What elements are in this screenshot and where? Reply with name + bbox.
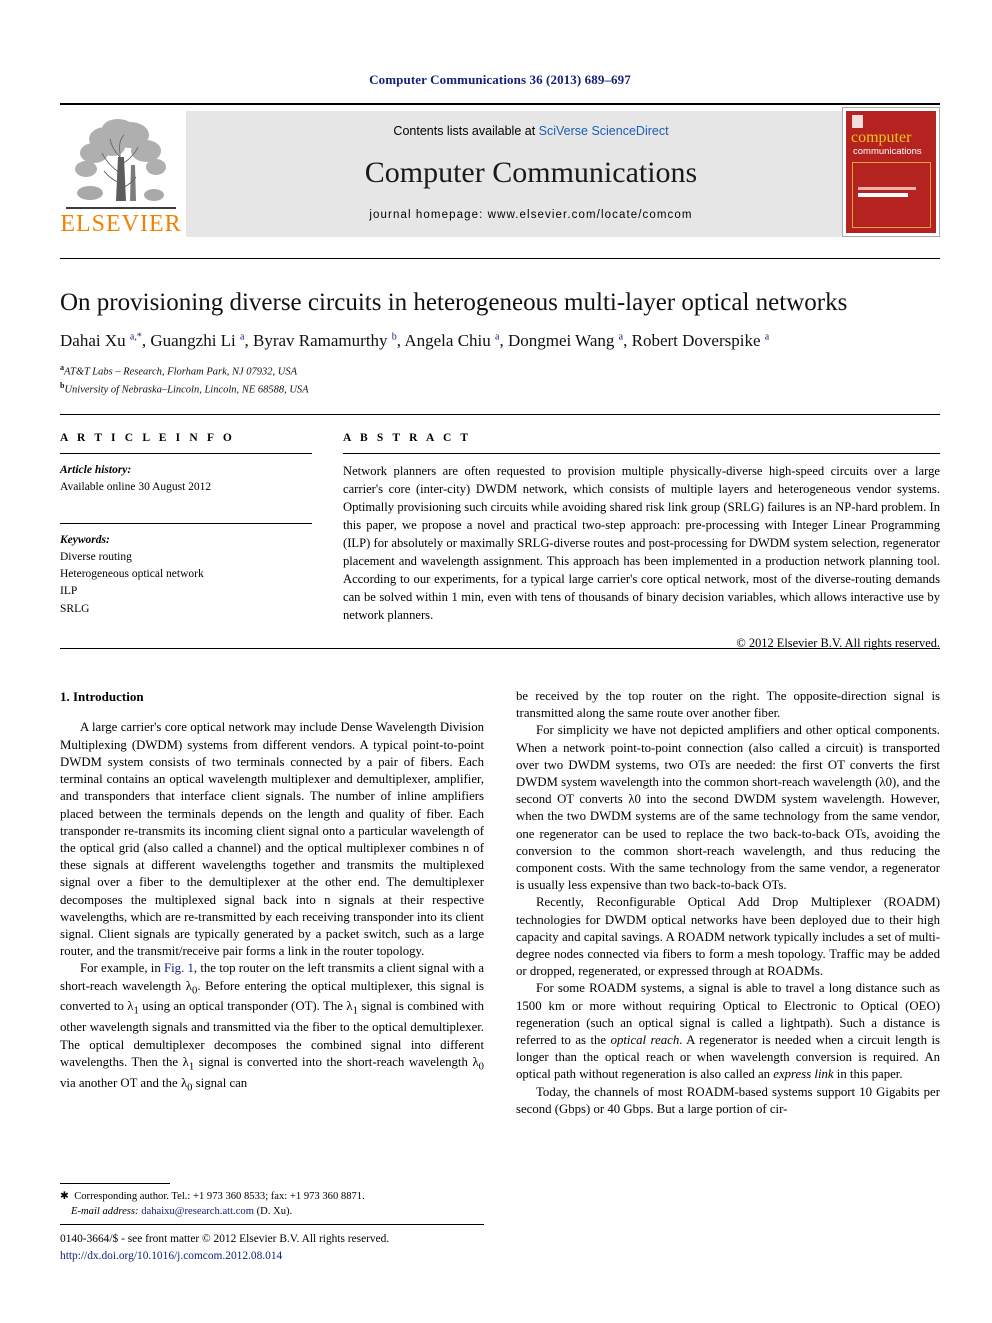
- keywords-group: Keywords: Diverse routing Heterogeneous …: [60, 532, 312, 618]
- cover-placeholder-text-1: [858, 187, 916, 190]
- article-info-rule-1: [60, 453, 312, 454]
- cover-title-line2: communications: [853, 146, 922, 157]
- article-history-label: Article history:: [60, 464, 132, 476]
- info-band-top-rule: [60, 414, 940, 415]
- cover-elsevier-mark-icon: [852, 115, 863, 128]
- email-suffix: (D. Xu).: [256, 1206, 293, 1218]
- article-history-group: Article history: Available online 30 Aug…: [60, 462, 312, 497]
- imprint-block: 0140-3664/$ - see front matter © 2012 El…: [60, 1231, 560, 1264]
- elsevier-logo: ELSEVIER: [60, 111, 182, 237]
- affiliation-b: bUniversity of Nebraska–Lincoln, Lincoln…: [60, 380, 940, 398]
- abstract-text: Network planners are often requested to …: [343, 464, 940, 622]
- paragraph: be received by the top router on the rig…: [516, 689, 940, 721]
- keyword-item: Diverse routing: [60, 550, 132, 563]
- elsevier-logo-divider: [66, 207, 176, 209]
- keywords-label: Keywords:: [60, 533, 110, 546]
- affiliation-list: aAT&T Labs – Research, Florham Park, NJ …: [60, 362, 940, 397]
- article-info-heading: A R T I C L E I N F O: [60, 432, 235, 444]
- masthead-top-rule: [60, 103, 940, 105]
- figure-1-link[interactable]: Fig. 1: [164, 961, 194, 975]
- affiliation-a: aAT&T Labs – Research, Florham Park, NJ …: [60, 362, 940, 380]
- article-info-rule-2: [60, 522, 312, 524]
- contents-prefix: Contents lists available at: [393, 124, 539, 138]
- term-optical-reach: optical reach: [610, 1033, 680, 1048]
- paragraph: A large carrier's core optical network m…: [60, 720, 484, 959]
- par2-part-a: For example, in: [80, 961, 164, 976]
- contents-available-line: Contents lists available at SciVerse Sci…: [186, 124, 876, 138]
- abstract-rule: [343, 453, 940, 454]
- term-express-link: express link: [773, 1067, 834, 1082]
- email-note: E-mail address: dahaixu@research.att.com…: [60, 1204, 484, 1219]
- footnote-separator-rule: [60, 1183, 170, 1184]
- paragraph: Today, the channels of most ROADM-based …: [516, 1084, 940, 1116]
- elsevier-tree-icon: [68, 113, 174, 205]
- par2-part-h: signal can: [192, 1075, 248, 1090]
- cover-title-line1: computer: [851, 129, 912, 146]
- journal-homepage[interactable]: journal homepage: www.elsevier.com/locat…: [186, 209, 876, 221]
- abstract-heading: A B S T R A C T: [343, 432, 472, 444]
- author-list: Dahai Xu a,*, Guangzhi Li a, Byrav Ramam…: [60, 331, 770, 350]
- paragraph-optical-reach: For some ROADM systems, a signal is able…: [516, 980, 940, 1083]
- journal-title: Computer Communications: [364, 156, 698, 189]
- paragraph-fig-reference: For example, in Fig. 1, the top router o…: [60, 961, 484, 1094]
- paragraph: For simplicity we have not depicted ampl…: [516, 723, 940, 893]
- par2-part-f: signal is converted into the short-reach…: [194, 1054, 479, 1069]
- section-heading-introduction: 1. Introduction: [60, 689, 144, 704]
- doi-link[interactable]: http://dx.doi.org/10.1016/j.comcom.2012.…: [60, 1248, 560, 1265]
- article-info-column: A R T I C L E I N F O Article history: A…: [60, 432, 312, 618]
- paper-page: Computer Communications 36 (2013) 689–69…: [0, 0, 992, 1323]
- cover-art: computer communications: [846, 111, 936, 233]
- corresponding-author-note: ✱ Corresponding author. Tel.: +1 973 360…: [60, 1191, 365, 1202]
- par4-part-c: in this paper.: [833, 1067, 903, 1082]
- cover-placeholder-text-2: [858, 193, 908, 197]
- elsevier-wordmark: ELSEVIER: [60, 211, 182, 237]
- title-separator-rule: [60, 258, 940, 259]
- journal-masthead: ELSEVIER Contents lists available at Sci…: [60, 103, 940, 237]
- keyword-item: ILP: [60, 585, 78, 598]
- keyword-item: Heterogeneous optical network: [60, 568, 204, 580]
- par2-part-d: using an optical transponder (OT). The λ: [138, 999, 353, 1014]
- footnote-block: ✱ Corresponding author. Tel.: +1 973 360…: [60, 1189, 484, 1220]
- affiliation-text-b: University of Nebraska–Lincoln, Lincoln,…: [64, 384, 309, 396]
- article-history-value: Available online 30 August 2012: [60, 481, 212, 494]
- body-column-right: be received by the top router on the rig…: [516, 688, 940, 1118]
- page-title: On provisioning diverse circuits in hete…: [60, 289, 848, 316]
- imprint-separator-rule: [60, 1224, 484, 1225]
- journal-cover-thumbnail[interactable]: computer communications: [842, 107, 940, 237]
- sciencedirect-link[interactable]: SciVerse ScienceDirect: [539, 124, 669, 138]
- par2-part-g: via another OT and the λ: [60, 1075, 188, 1090]
- abstract-copyright: © 2012 Elsevier B.V. All rights reserved…: [736, 636, 940, 650]
- affiliation-text-a: AT&T Labs – Research, Florham Park, NJ 0…: [64, 366, 298, 378]
- email-link[interactable]: dahaixu@research.att.com: [141, 1206, 254, 1217]
- issn-line: 0140-3664/$ - see front matter © 2012 El…: [60, 1233, 390, 1245]
- corresponding-author-text: Corresponding author. Tel.: +1 973 360 8…: [74, 1191, 365, 1202]
- abstract-column: A B S T R A C T Network planners are oft…: [343, 432, 940, 651]
- paragraph: Recently, Reconfigurable Optical Add Dro…: [516, 895, 940, 979]
- email-label: E-mail address:: [71, 1206, 139, 1218]
- body-column-left: 1. Introduction A large carrier's core o…: [60, 688, 484, 1096]
- contents-band: Contents lists available at SciVerse Sci…: [186, 111, 876, 237]
- running-head: Computer Communications 36 (2013) 689–69…: [369, 72, 631, 87]
- keyword-item: SRLG: [60, 602, 90, 615]
